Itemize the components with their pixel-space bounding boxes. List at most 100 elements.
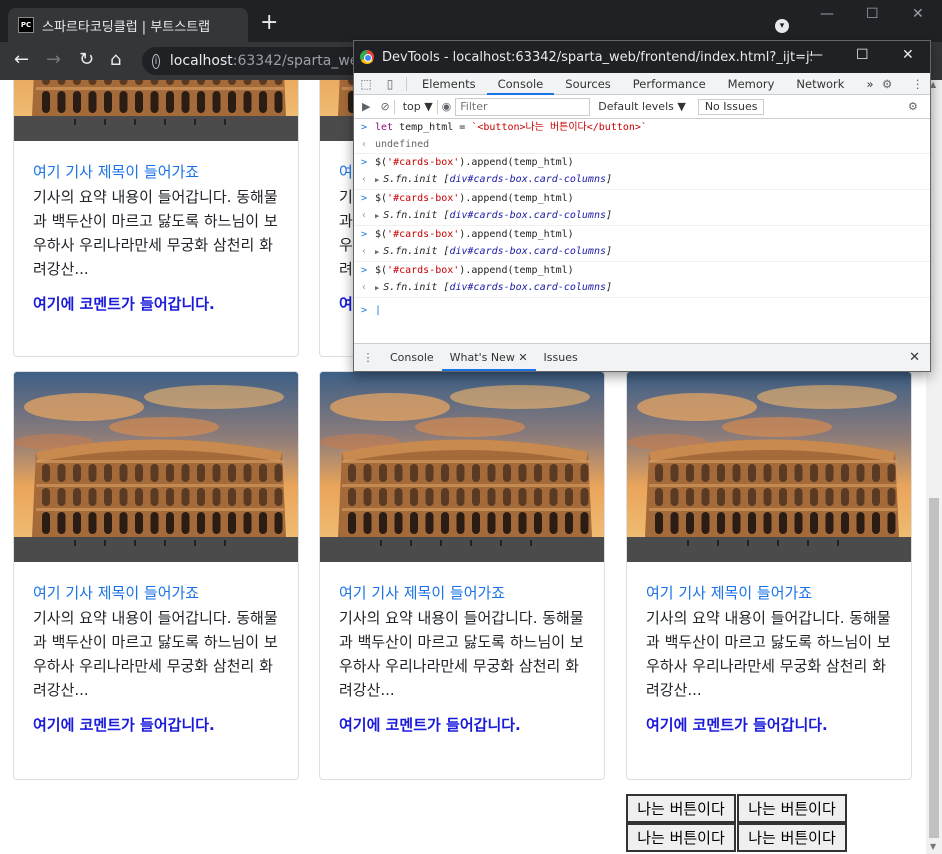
more-tabs-icon[interactable]: »	[855, 73, 884, 95]
drawer-tab-whats-new[interactable]: What's New ✕	[441, 345, 536, 371]
tab-title: 스파르타코딩클럽 | 부트스트랩	[42, 19, 211, 35]
return-arrow-icon: ‹	[361, 246, 368, 257]
console-input-line: > $('#cards-box').append(temp_html)	[361, 229, 574, 240]
scroll-thumb[interactable]	[929, 498, 939, 838]
close-tab-icon[interactable]: ✕	[518, 351, 527, 364]
colosseum-photo	[14, 372, 298, 562]
devtools-close-icon[interactable]: ✕	[902, 47, 914, 63]
return-arrow-icon: ‹	[361, 282, 368, 293]
console-prompt[interactable]: > |	[354, 298, 930, 319]
clear-console-icon[interactable]: ⊘	[380, 100, 389, 113]
devtools-minimize-icon[interactable]: —	[809, 47, 823, 63]
address-bar[interactable]: i localhost:63342/sparta_web/	[142, 47, 372, 75]
devtools-title: DevTools - localhost:63342/sparta_web/fr…	[382, 49, 812, 65]
close-window-icon[interactable]: ✕	[912, 6, 924, 22]
minimize-icon[interactable]: —	[820, 6, 834, 22]
card-title[interactable]: 여기 기사 제목이 들어가죠	[646, 582, 892, 604]
appended-button[interactable]: 나는 버튼이다	[737, 823, 847, 852]
more-options-icon[interactable]: ⋮	[912, 77, 924, 91]
filter-input[interactable]	[455, 97, 591, 116]
favicon-icon: PC	[18, 17, 34, 33]
back-icon[interactable]: ←	[14, 50, 29, 70]
console-result-line[interactable]: ‹ ▶ S.fn.init [div#cards-box.card-columns…	[354, 279, 930, 298]
colosseum-photo	[320, 372, 604, 562]
profile-icon[interactable]: ▾	[775, 19, 789, 33]
tab-network[interactable]: Network	[785, 73, 855, 95]
live-expression-icon[interactable]: ◉	[442, 100, 452, 113]
site-info-icon[interactable]: i	[152, 53, 160, 69]
device-toolbar-icon[interactable]: ▯	[378, 77, 402, 91]
issues-button[interactable]: No Issues	[697, 98, 765, 115]
input-chevron-icon: >	[361, 157, 368, 168]
card-comment: 여기에 코멘트가 들어갑니다.	[33, 716, 215, 734]
card-title[interactable]: 여기 기사 제목이 들어가죠	[33, 582, 279, 604]
chrome-icon	[360, 50, 374, 64]
console-input-line: > $('#cards-box').append(temp_html)	[361, 265, 574, 276]
scroll-down-icon[interactable]: ▼	[930, 842, 936, 851]
card-comment: 여기에 코멘트가 들어갑니다.	[646, 716, 828, 734]
card: 여기 기사 제목이 들어가죠 기사의 요약 내용이 들어갑니다. 동해물과 백두…	[626, 371, 912, 780]
devtools-window: DevTools - localhost:63342/sparta_web/fr…	[353, 40, 931, 372]
card-comment: 여기에 코멘트가 들어갑니다.	[339, 716, 521, 734]
console-output: > let temp_html = `<button>나는 버튼이다</butt…	[354, 119, 930, 341]
tab-elements[interactable]: Elements	[411, 73, 487, 95]
close-drawer-icon[interactable]: ✕	[909, 350, 920, 365]
input-chevron-icon: >	[361, 122, 368, 133]
url-path: :63342/sparta_web/	[232, 53, 372, 69]
tab-memory[interactable]: Memory	[717, 73, 786, 95]
forward-icon[interactable]: →	[46, 50, 61, 70]
expand-triangle-icon[interactable]: ▶	[375, 284, 379, 292]
console-result-line: ‹ undefined	[354, 136, 930, 154]
console-result-line[interactable]: ‹ ▶ S.fn.init [div#cards-box.card-columns…	[354, 171, 930, 190]
devtools-titlebar: DevTools - localhost:63342/sparta_web/fr…	[354, 41, 930, 73]
log-levels-dropdown[interactable]: Default levels ▼	[598, 100, 686, 113]
card-title[interactable]: 여기 기사 제목이 들어가죠	[339, 582, 585, 604]
return-arrow-icon: ‹	[361, 210, 368, 221]
tab-console[interactable]: Console	[486, 73, 555, 95]
card-image	[627, 372, 911, 562]
return-arrow-icon: ‹	[361, 139, 368, 150]
card-title[interactable]: 여기 기사 제목이 들어가죠	[33, 161, 279, 183]
expand-triangle-icon[interactable]: ▶	[375, 248, 379, 256]
new-tab-icon[interactable]: +	[260, 12, 278, 34]
colosseum-photo	[627, 372, 911, 562]
console-result-line[interactable]: ‹ ▶ S.fn.init [div#cards-box.card-columns…	[354, 243, 930, 262]
url-host: localhost	[169, 53, 233, 69]
settings-icon[interactable]: ⚙	[882, 77, 892, 91]
appended-button[interactable]: 나는 버튼이다	[626, 823, 736, 852]
prompt-chevron-icon: >	[361, 305, 368, 316]
devtools-maximize-icon[interactable]: ☐	[856, 47, 869, 63]
tab-sources[interactable]: Sources	[554, 73, 622, 95]
drawer-menu-icon[interactable]: ⋮	[354, 351, 382, 364]
card: 여기 기사 제목이 들어가죠 기사의 요약 내용이 들어갑니다. 동해물과 백두…	[319, 371, 605, 780]
appended-button[interactable]: 나는 버튼이다	[737, 794, 847, 823]
console-filterbar: ▶ ⊘ top ▼ ◉ Default levels ▼ No Issues ⚙	[354, 95, 930, 119]
sidebar-toggle-icon[interactable]: ▶	[362, 100, 370, 113]
expand-triangle-icon[interactable]: ▶	[375, 176, 379, 184]
devtools-drawer: ⋮ Console What's New ✕ Issues ✕	[354, 343, 930, 371]
console-input-line: > $('#cards-box').append(temp_html)	[361, 157, 574, 168]
input-chevron-icon: >	[361, 193, 368, 204]
browser-tab[interactable]: PC 스파르타코딩클럽 | 부트스트랩	[8, 8, 248, 42]
home-icon[interactable]: ⌂	[110, 50, 121, 70]
context-selector[interactable]: top ▼	[403, 100, 433, 113]
return-arrow-icon: ‹	[361, 174, 368, 185]
colosseum-photo	[14, 80, 298, 141]
browser-titlebar: PC 스파르타코딩클럽 | 부트스트랩 + ▾ — ☐ ✕	[0, 0, 942, 42]
inspect-icon[interactable]: ⬚	[354, 77, 378, 91]
tab-performance[interactable]: Performance	[622, 73, 717, 95]
drawer-tab-issues[interactable]: Issues	[536, 345, 586, 371]
input-chevron-icon: >	[361, 229, 368, 240]
expand-triangle-icon[interactable]: ▶	[375, 212, 379, 220]
maximize-icon[interactable]: ☐	[866, 6, 879, 22]
console-input-line: > let temp_html = `<button>나는 버튼이다</butt…	[361, 122, 647, 133]
drawer-tab-console[interactable]: Console	[382, 345, 442, 371]
card-text: 기사의 요약 내용이 들어갑니다. 동해물과 백두산이 마르고 닳도록 하느님이…	[33, 188, 278, 278]
console-result-line[interactable]: ‹ ▶ S.fn.init [div#cards-box.card-columns…	[354, 207, 930, 226]
appended-button[interactable]: 나는 버튼이다	[626, 794, 736, 823]
devtools-tabs: ⬚ ▯ Elements Console Sources Performance…	[354, 73, 930, 95]
reload-icon[interactable]: ↻	[79, 50, 94, 70]
input-chevron-icon: >	[361, 265, 368, 276]
card: 여기 기사 제목이 들어가죠 기사의 요약 내용이 들어갑니다. 동해물과 백두…	[13, 371, 299, 780]
console-settings-icon[interactable]: ⚙	[908, 100, 918, 113]
